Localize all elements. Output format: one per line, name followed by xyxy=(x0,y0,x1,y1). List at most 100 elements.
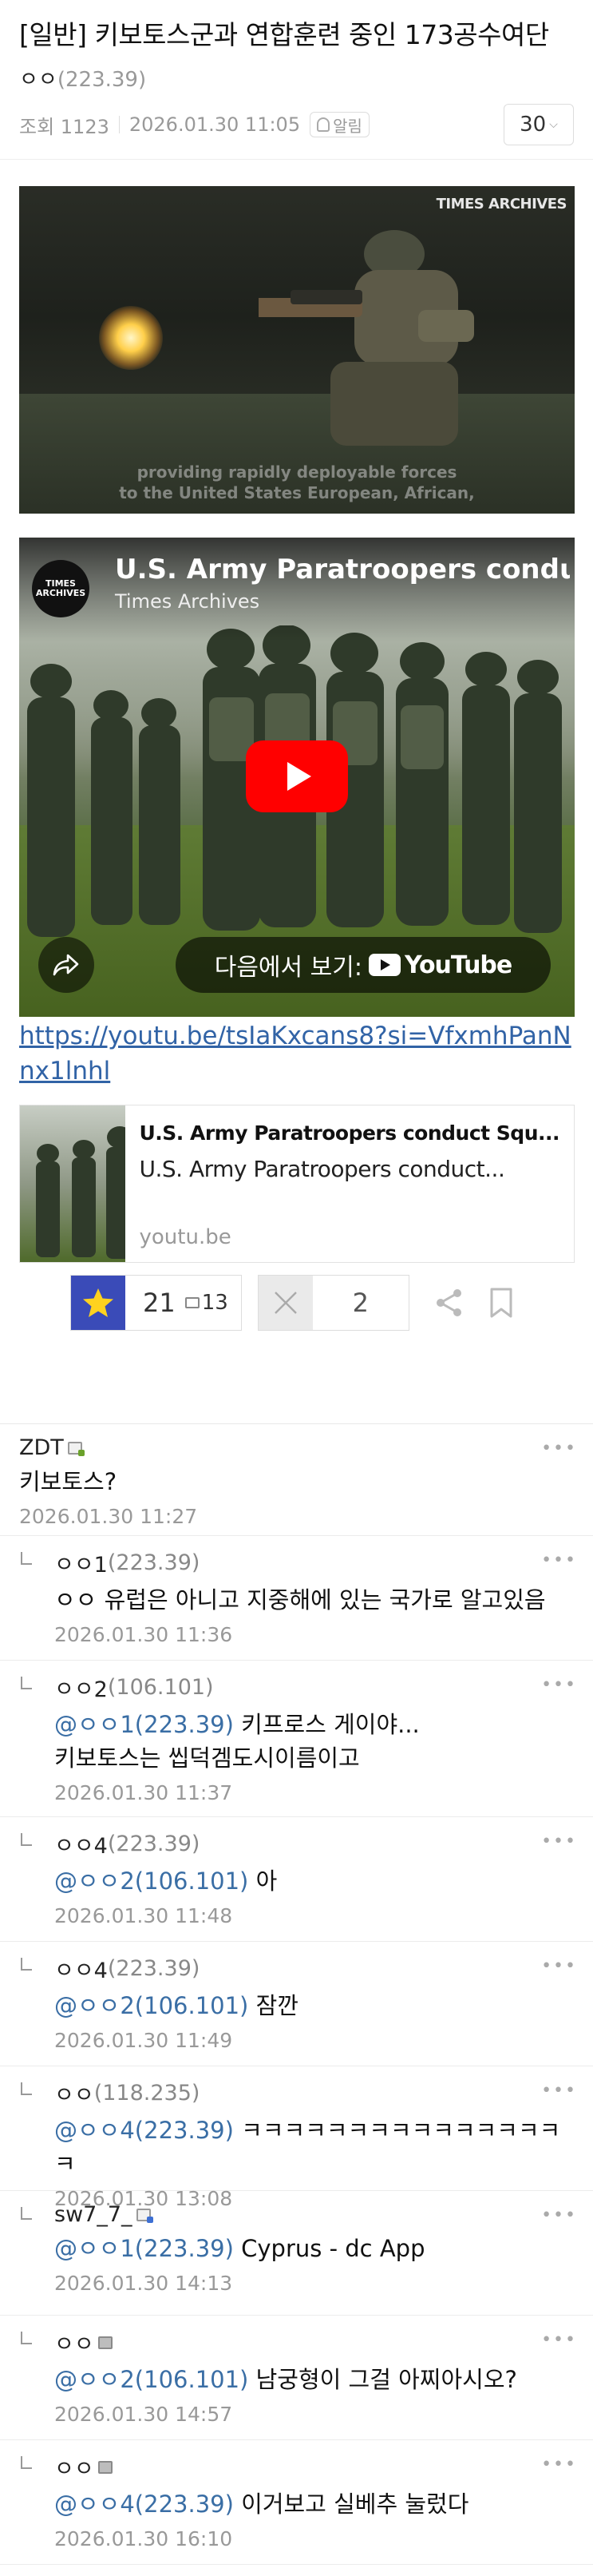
comment-body: 아 xyxy=(248,1868,278,1895)
reply-indicator-icon xyxy=(21,1677,32,1689)
youtube-embed[interactable]: TIMES ARCHIVES U.S. Army Paratroopers co… xyxy=(19,538,575,1017)
comment-list: ZDT ••• 키보토스? 2026.01.30 11:27 ㅇㅇ1 (223.39) ••… xyxy=(0,1423,593,2565)
comment-body: Cyprus - dc App xyxy=(233,2235,425,2262)
comment-text: 키보토스? xyxy=(19,1465,574,1498)
reply-indicator-icon xyxy=(21,2082,32,2095)
comment-text: @ㅇㅇ4(223.39) 이거보고 실베추 눌렀다 xyxy=(54,2487,574,2521)
watch-on-label: 다음에서 보기: xyxy=(214,954,362,982)
comment-text: @ㅇㅇ1(223.39) Cyprus - dc App xyxy=(54,2232,574,2265)
comment-author-ip: (118.235) xyxy=(93,2081,200,2106)
more-options-icon[interactable]: ••• xyxy=(541,2330,577,2350)
comment-author-name[interactable]: ㅇㅇ xyxy=(54,2078,94,2109)
comment-author-name[interactable]: sw7_7_ xyxy=(54,2202,132,2227)
upvote-count: 21 xyxy=(143,1288,176,1318)
more-options-icon[interactable]: ••• xyxy=(541,1832,577,1852)
alarm-button[interactable]: 알림 xyxy=(310,112,370,137)
comment-author-name[interactable]: ㅇㅇ2 xyxy=(54,1672,108,1703)
member-badge-icon xyxy=(67,1441,85,1456)
reply-indicator-icon xyxy=(21,2207,32,2220)
comment-mention[interactable]: @ㅇㅇ1(223.39) xyxy=(54,2235,234,2262)
thumbnail-troops-illustration xyxy=(36,1126,125,1259)
comment-item: ㅇㅇ4 (223.39) ••• @ㅇㅇ2(106.101) 아 2026.01.30 … xyxy=(0,1817,593,1942)
fixed-nick-icon xyxy=(184,1297,200,1308)
link-preview-thumbnail xyxy=(20,1105,125,1262)
comment-author[interactable]: ㅇㅇ4 (223.39) xyxy=(54,1953,574,1984)
comment-author[interactable]: ㅇㅇ1 (223.39) xyxy=(54,1547,574,1578)
comment-author[interactable]: ㅇㅇ xyxy=(54,2327,574,2358)
video-link[interactable]: https://youtu.be/tsIaKxcans8?si=VfxmhPan… xyxy=(19,1018,575,1089)
more-options-icon[interactable]: ••• xyxy=(541,2081,577,2101)
video-title[interactable]: U.S. Army Paratroopers conduct xyxy=(115,554,570,585)
comment-time: 2026.01.30 16:10 xyxy=(54,2527,233,2550)
link-preview-card[interactable]: U.S. Army Paratroopers conduct Squ... U.… xyxy=(19,1105,575,1263)
downvote-count: 2 xyxy=(352,1288,369,1318)
star-icon xyxy=(71,1276,125,1330)
upvote-button[interactable]: 21 13 xyxy=(70,1275,242,1331)
comment-mention[interactable]: @ㅇㅇ1(223.39) xyxy=(54,1711,234,1738)
image-subtitle-line: to the United States European, African, xyxy=(119,483,475,502)
watch-on-youtube-button[interactable]: 다음에서 보기: YouTube xyxy=(176,937,551,993)
comment-body: ㅇㅇ 유럽은 아니고 지중해에 있는 국가로 알고있음 xyxy=(54,1586,546,1613)
more-options-icon[interactable]: ••• xyxy=(541,2455,577,2475)
comment-time: 2026.01.30 14:57 xyxy=(54,2403,233,2426)
reply-indicator-icon xyxy=(21,1833,32,1846)
comment-author[interactable]: sw7_7_ xyxy=(54,2202,574,2227)
video-share-button[interactable] xyxy=(38,937,94,993)
more-options-icon[interactable]: ••• xyxy=(541,1550,577,1570)
font-size-select[interactable]: 30 ⌵ xyxy=(504,104,574,145)
image-subtitle-line: providing rapidly deployable forces xyxy=(136,462,457,482)
comment-time: 2026.01.30 11:36 xyxy=(54,1623,233,1646)
comment-mention[interactable]: @ㅇㅇ2(106.101) xyxy=(54,2366,248,2393)
more-options-icon[interactable]: ••• xyxy=(541,1956,577,1976)
comment-author-name[interactable]: ZDT xyxy=(19,1435,64,1460)
comment-author-name[interactable]: ㅇㅇ4 xyxy=(54,1828,108,1860)
comment-author[interactable]: ㅇㅇ2 (106.101) xyxy=(54,1672,574,1703)
comment-text: @ㅇㅇ4(223.39) ㅋㅋㅋㅋㅋㅋㅋㅋㅋㅋㅋㅋㅋㅋㅋㅋ xyxy=(54,2114,574,2181)
post-title: [일반] 키보토스군과 연합훈련 중인 173공수여단 xyxy=(19,19,549,50)
comment-author[interactable]: ZDT xyxy=(19,1435,574,1460)
comment-mention[interactable]: @ㅇㅇ4(223.39) xyxy=(54,2491,234,2518)
comment-body: 이거보고 실베추 눌렀다 xyxy=(233,2491,469,2518)
comment-author[interactable]: ㅇㅇ xyxy=(54,2451,574,2483)
play-icon xyxy=(287,762,311,791)
comment-item: ㅇㅇ ••• @ㅇㅇ2(106.101) 남궁형이 그걸 아찌아시오? 2026.01… xyxy=(0,2316,593,2440)
video-channel[interactable]: Times Archives xyxy=(115,590,259,613)
alarm-label: 알림 xyxy=(333,116,362,136)
chevron-down-icon: ⌵ xyxy=(549,118,558,131)
author-ip: (223.39) xyxy=(57,68,147,92)
share-icon[interactable] xyxy=(433,1287,465,1319)
comment-author[interactable]: ㅇㅇ4 (223.39) xyxy=(54,1828,574,1860)
comment-time: 2026.01.30 14:13 xyxy=(54,2272,233,2295)
comment-mention[interactable]: @ㅇㅇ2(106.101) xyxy=(54,1868,248,1895)
post-datetime: 2026.01.30 11:05 xyxy=(128,113,301,136)
comment-item: sw7_7_ ••• @ㅇㅇ1(223.39) Cyprus - dc App 202… xyxy=(0,2191,593,2316)
close-icon xyxy=(258,1276,313,1330)
author-name[interactable]: ㅇㅇ xyxy=(19,68,57,92)
comment-mention[interactable]: @ㅇㅇ2(106.101) xyxy=(54,1992,248,2019)
bookmark-icon[interactable] xyxy=(489,1287,513,1319)
more-options-icon[interactable]: ••• xyxy=(541,1675,577,1695)
comment-body: 키프로스 게이야... xyxy=(233,1711,420,1738)
comment-author-ip: (223.39) xyxy=(107,1832,200,1856)
post-author[interactable]: ㅇㅇ(223.39) xyxy=(19,64,574,96)
more-options-icon[interactable]: ••• xyxy=(541,2205,577,2225)
play-button[interactable] xyxy=(246,740,348,812)
channel-avatar[interactable]: TIMES ARCHIVES xyxy=(32,560,89,617)
post-meta: 조회 1123 2026.01.30 11:05 알림 xyxy=(19,109,370,141)
comment-author[interactable]: ㅇㅇ (118.235) xyxy=(54,2078,574,2109)
comment-author-name[interactable]: ㅇㅇ xyxy=(54,2327,94,2358)
comment-time: 2026.01.30 11:27 xyxy=(19,1505,198,1528)
comment-body: 키보토스? xyxy=(19,1468,117,1495)
comment-author-ip: (223.39) xyxy=(107,1956,200,1981)
youtube-label: YouTube xyxy=(404,951,512,979)
comment-author-name[interactable]: ㅇㅇ1 xyxy=(54,1547,108,1578)
comment-author-name[interactable]: ㅇㅇ xyxy=(54,2451,94,2483)
comment-time: 2026.01.30 11:49 xyxy=(54,2029,233,2052)
image-watermark: TIMES ARCHIVES xyxy=(436,196,567,212)
post-image[interactable]: TIMES ARCHIVES providing rapidly deploya… xyxy=(19,186,575,514)
more-options-icon[interactable]: ••• xyxy=(541,1439,577,1459)
comment-mention[interactable]: @ㅇㅇ4(223.39) xyxy=(54,2117,234,2144)
comment-author-name[interactable]: ㅇㅇ4 xyxy=(54,1953,108,1984)
image-subtitle: providing rapidly deployable forces to t… xyxy=(19,462,575,503)
downvote-button[interactable]: 2 xyxy=(257,1275,409,1331)
